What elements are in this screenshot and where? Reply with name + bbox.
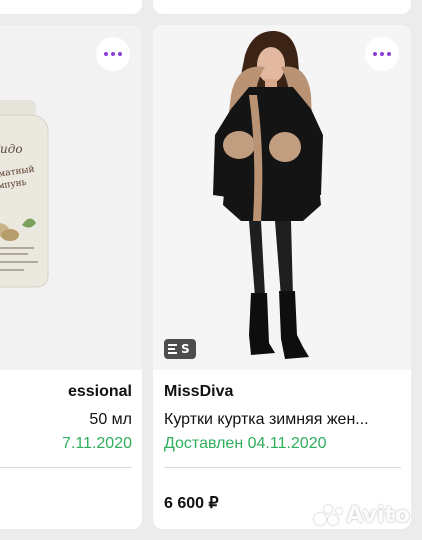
delivery-status: Доставлен 04.11.2020 <box>164 435 327 452</box>
more-dots-icon <box>104 52 108 56</box>
size-badge-label: S <box>181 342 190 356</box>
svg-text:Лидо: Лидо <box>0 142 23 156</box>
watermark-text: Avito <box>346 503 410 528</box>
avito-watermark: Avito <box>314 503 410 528</box>
more-options-button[interactable] <box>365 37 399 71</box>
listing-description: Куртки куртка зимняя жен... <box>164 411 369 428</box>
listing-grid: Лидо ароматный шампунь essional 50 мл 7.… <box>0 0 422 540</box>
product-image[interactable]: S <box>153 25 411 370</box>
more-dots-icon <box>373 52 377 56</box>
divider <box>0 467 132 468</box>
listing-info: essional 50 мл 7.11.2020 <box>0 381 132 468</box>
listing-card[interactable]: S MissDiva Куртки куртка зимняя жен... Д… <box>153 25 411 529</box>
more-options-button[interactable] <box>96 37 130 71</box>
listing-info: MissDiva Куртки куртка зимняя жен... Дос… <box>164 381 401 513</box>
product-image[interactable]: Лидо ароматный шампунь <box>0 25 142 370</box>
winter-jacket-photo <box>153 25 411 370</box>
document-icon <box>168 344 177 354</box>
delivery-status: 7.11.2020 <box>62 435 132 452</box>
listing-card-above-right[interactable] <box>153 0 411 14</box>
avito-logo-icon <box>314 504 343 527</box>
divider <box>164 467 401 468</box>
listing-description: 50 мл <box>89 411 132 428</box>
listing-title[interactable]: essional <box>0 381 132 403</box>
shampoo-bottle-image: Лидо ароматный шампунь <box>0 25 142 370</box>
size-badge: S <box>164 339 196 359</box>
listing-card[interactable]: Лидо ароматный шампунь essional 50 мл 7.… <box>0 25 142 529</box>
listing-card-above-left[interactable] <box>0 0 142 14</box>
listing-title[interactable]: MissDiva <box>164 381 401 403</box>
